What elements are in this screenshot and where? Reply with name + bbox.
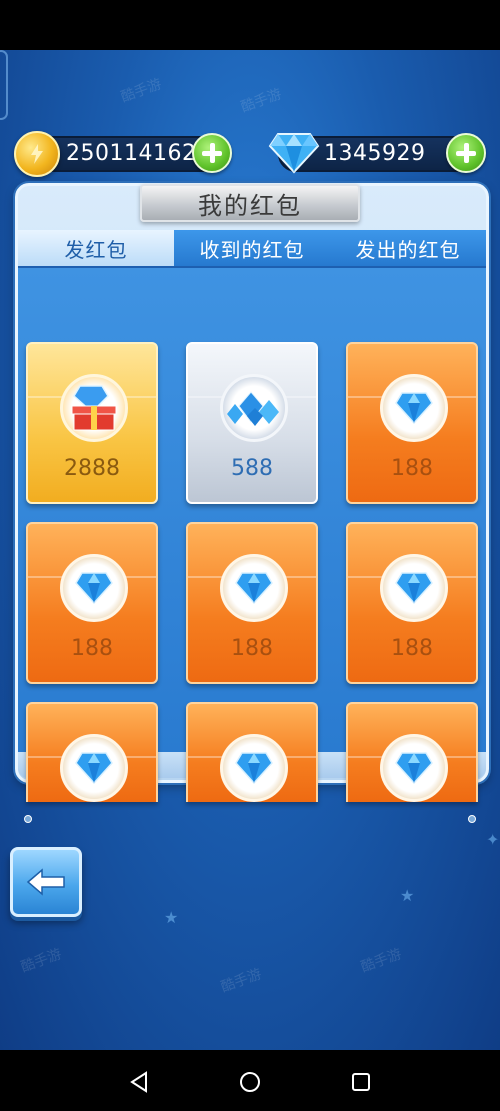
- watermark: 酷手游: [358, 946, 404, 976]
- packet-amount: 2888: [64, 456, 120, 481]
- arrow-left-icon: [26, 868, 65, 896]
- diamond-icon: [220, 554, 288, 622]
- watermark: 酷手游: [238, 86, 284, 116]
- watermark: 酷手游: [218, 966, 264, 996]
- nav-recents-icon[interactable]: [349, 1070, 373, 1094]
- panel-title: 我的红包: [140, 184, 360, 222]
- gem-amount: 1345929: [324, 141, 426, 166]
- packet-amount: 188: [391, 636, 433, 661]
- packet-card[interactable]: 2888: [26, 342, 158, 504]
- tab-send-packet[interactable]: 发红包: [18, 230, 174, 266]
- gem-pile-icon: [220, 374, 288, 442]
- nav-home-icon[interactable]: [238, 1070, 262, 1094]
- gold-coin-icon: [14, 131, 60, 177]
- add-gem-button[interactable]: [446, 133, 486, 173]
- packet-card[interactable]: 188: [186, 522, 318, 684]
- diamond-icon: [380, 374, 448, 442]
- packet-card[interactable]: 188: [346, 342, 478, 504]
- packet-amount: 188: [231, 636, 273, 661]
- packet-card[interactable]: [346, 702, 478, 802]
- diamond-icon: [220, 734, 288, 802]
- watermark: 酷手游: [118, 76, 164, 106]
- status-bar: [0, 0, 500, 50]
- diamond-icon: [268, 133, 320, 174]
- watermark: 酷手游: [18, 946, 64, 976]
- tab-received-packets[interactable]: 收到的红包: [174, 230, 330, 266]
- packet-card[interactable]: 188: [26, 522, 158, 684]
- sparkle-icon: ★: [164, 908, 179, 927]
- packet-card[interactable]: 188: [346, 522, 478, 684]
- packet-card[interactable]: 588: [186, 342, 318, 504]
- tab-bar: 发红包 收到的红包 发出的红包: [18, 230, 486, 266]
- gift-gem-icon: [60, 374, 128, 442]
- nav-back-icon[interactable]: [128, 1070, 152, 1094]
- packet-amount: 188: [71, 636, 113, 661]
- packet-card[interactable]: [26, 702, 158, 802]
- tab-sent-packets[interactable]: 发出的红包: [330, 230, 486, 266]
- back-button[interactable]: [10, 847, 82, 917]
- packet-amount: 188: [391, 456, 433, 481]
- packet-card[interactable]: [186, 702, 318, 802]
- packet-amount: 588: [231, 456, 273, 481]
- screw-decoration: [24, 815, 32, 823]
- screw-decoration: [468, 815, 476, 823]
- system-nav-bar: [0, 1050, 500, 1111]
- sparkle-icon: ✦: [486, 830, 500, 849]
- sparkle-icon: ★: [400, 886, 415, 905]
- gold-amount: 250114162: [66, 141, 197, 166]
- diamond-icon: [380, 734, 448, 802]
- diamond-icon: [60, 554, 128, 622]
- diamond-icon: [380, 554, 448, 622]
- diamond-icon: [60, 734, 128, 802]
- add-gold-button[interactable]: [192, 133, 232, 173]
- side-tab-handle[interactable]: [0, 50, 8, 120]
